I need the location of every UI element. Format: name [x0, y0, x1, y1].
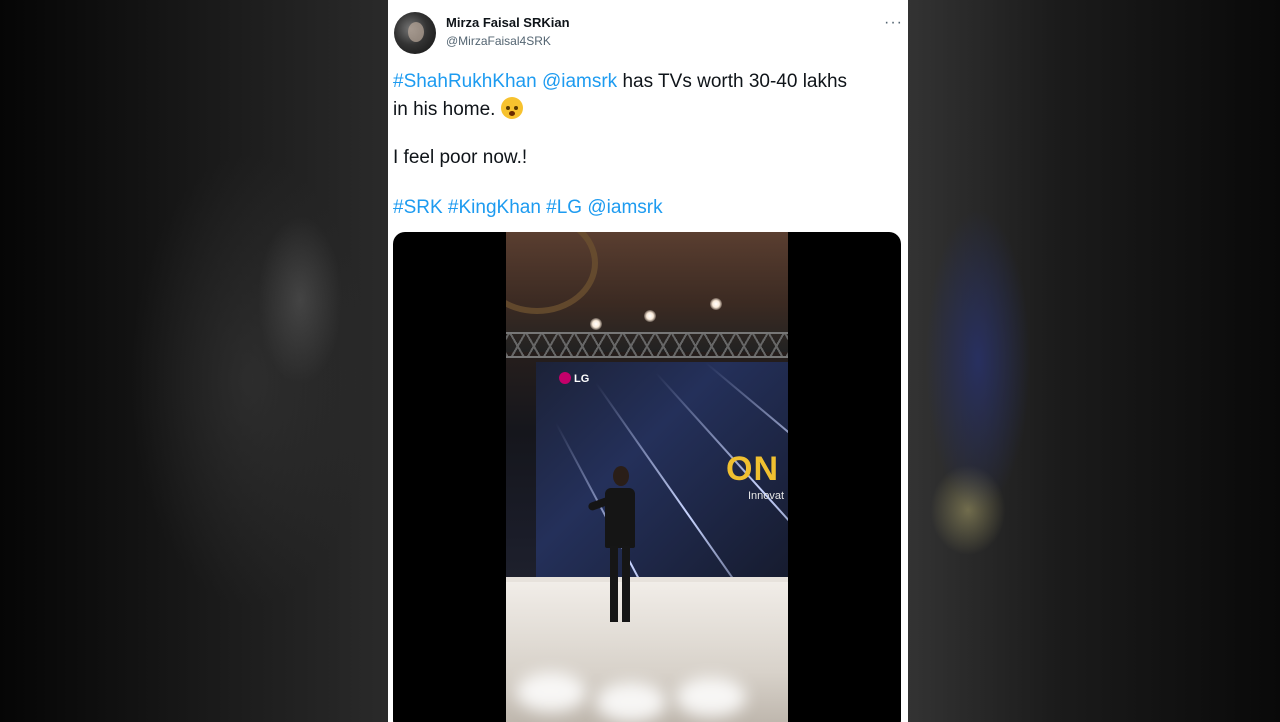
hashtag-kingkhan-link[interactable]: #KingKhan — [448, 197, 541, 218]
author-handle[interactable]: @MirzaFaisal4SRK — [446, 34, 551, 48]
video-frame[interactable]: LG ON Innovat — [506, 232, 788, 722]
exploding-head-emoji-icon — [500, 97, 523, 119]
hashtag-link[interactable]: #ShahRukhKhan — [393, 71, 537, 92]
tweet-tags-line: #SRK #KingKhan #LG @iamsrk — [393, 197, 663, 219]
mention-link[interactable]: @iamsrk — [587, 197, 662, 218]
lighting-truss — [506, 332, 788, 358]
hashtag-lg-link[interactable]: #LG — [546, 197, 582, 218]
author-name[interactable]: Mirza Faisal SRKian — [446, 15, 570, 30]
screen-headline: ON — [726, 450, 779, 488]
tweet-text-line-2: in his home. — [393, 97, 523, 121]
hashtag-srk-link[interactable]: #SRK — [393, 197, 443, 218]
speaker-head — [613, 466, 629, 486]
spotlight — [590, 318, 602, 330]
foreground-light — [596, 682, 666, 722]
foreground-light — [676, 677, 746, 717]
tweet-text-line-3: I feel poor now.! — [393, 147, 528, 168]
spotlight — [710, 298, 722, 310]
avatar[interactable] — [394, 12, 436, 54]
video-player[interactable]: LG ON Innovat — [393, 232, 901, 722]
tweet-text: has TVs worth 30-40 lakhs — [617, 71, 848, 92]
tweet-text-line-1: #ShahRukhKhan @iamsrk has TVs worth 30-4… — [393, 71, 847, 93]
blurred-backdrop-right — [908, 0, 1280, 722]
mention-link[interactable]: @iamsrk — [542, 71, 617, 92]
lg-logo: LG — [559, 372, 589, 385]
screen-subtext: Innovat — [748, 490, 785, 502]
foreground-light — [516, 672, 586, 712]
blurred-backdrop-left — [0, 0, 388, 722]
more-options-icon[interactable]: ··· — [884, 14, 903, 32]
tweet-text: in his home. — [393, 99, 501, 120]
tweet-card[interactable]: Mirza Faisal SRKian @MirzaFaisal4SRK ···… — [388, 0, 908, 722]
speaker-body — [605, 488, 635, 548]
speaker-legs — [610, 546, 630, 622]
spotlight — [644, 310, 656, 322]
